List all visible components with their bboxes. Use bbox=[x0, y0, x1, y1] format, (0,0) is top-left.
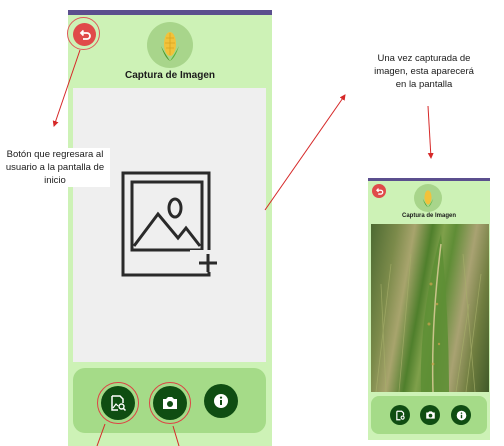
capture-note: Una vez capturada de imagen, esta aparec… bbox=[374, 53, 474, 90]
preview-camera-button[interactable] bbox=[420, 405, 440, 425]
gallery-search-icon bbox=[395, 410, 405, 420]
corn-logo-icon bbox=[414, 184, 442, 212]
captured-leaf-photo bbox=[371, 224, 489, 392]
preview-gallery-button[interactable] bbox=[390, 405, 410, 425]
preview-back-button[interactable] bbox=[372, 184, 386, 198]
preview-info-button[interactable] bbox=[451, 405, 471, 425]
back-button-note: Botón que regresara al usuario a la pant… bbox=[0, 148, 110, 187]
undo-arrow-icon bbox=[375, 187, 383, 195]
info-icon bbox=[456, 410, 466, 420]
preview-page-title: Captura de Imagen bbox=[401, 213, 456, 219]
preview-status-bar bbox=[368, 178, 490, 181]
camera-icon bbox=[425, 411, 435, 419]
